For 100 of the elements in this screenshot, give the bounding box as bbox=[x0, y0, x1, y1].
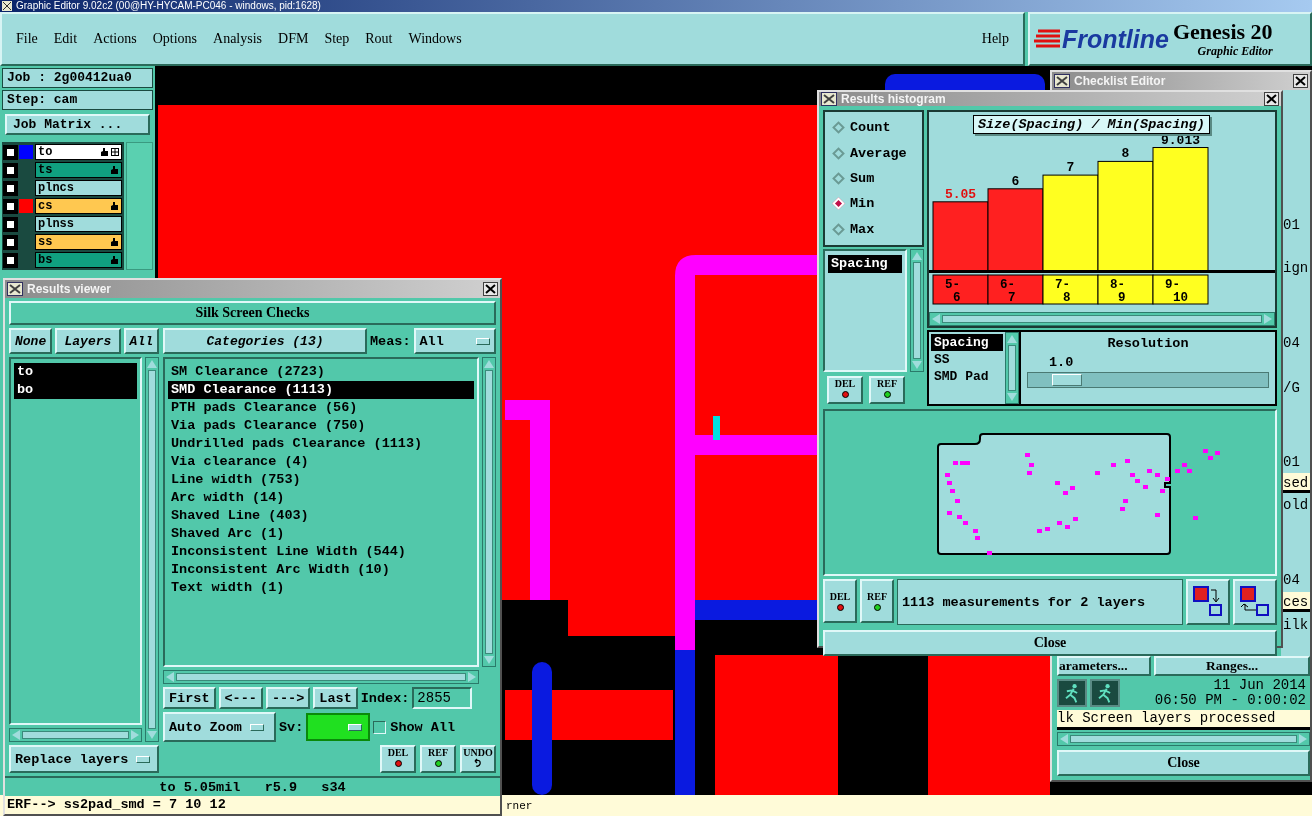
menu-item[interactable]: Actions bbox=[93, 29, 137, 49]
delete-button[interactable]: DEL bbox=[823, 579, 857, 623]
close-button[interactable] bbox=[1264, 92, 1279, 106]
layer-checkbox[interactable] bbox=[4, 253, 17, 267]
delete-button[interactable]: DEL bbox=[827, 376, 863, 404]
category-item[interactable]: SM Clearance (2723) bbox=[168, 363, 474, 381]
layer-name-field[interactable]: cs bbox=[35, 198, 122, 214]
radio-button[interactable] bbox=[832, 222, 845, 236]
layer-list-scrollbar[interactable] bbox=[126, 142, 153, 270]
radio-label[interactable]: Count bbox=[850, 120, 891, 136]
category-item[interactable]: SMD Clearance (1113) bbox=[168, 381, 474, 399]
scrollbar[interactable] bbox=[1057, 732, 1310, 746]
category-item[interactable]: Undrilled pads Clearance (1113) bbox=[168, 435, 474, 453]
scrollbar[interactable] bbox=[145, 357, 159, 742]
menu-item[interactable]: Rout bbox=[365, 29, 393, 49]
menu-item[interactable]: Options bbox=[152, 29, 198, 49]
header-button[interactable]: Silk Screen Checks bbox=[9, 301, 496, 325]
nav-button[interactable]: <--- bbox=[218, 687, 263, 709]
layer-filter-button[interactable]: All bbox=[123, 328, 159, 354]
category-item[interactable]: Arc width (14) bbox=[168, 489, 474, 507]
category-item[interactable]: Inconsistent Line Width (544) bbox=[168, 543, 474, 561]
category-item[interactable]: Line width (753) bbox=[168, 471, 474, 489]
category-item[interactable]: Via clearance (4) bbox=[168, 453, 474, 471]
radio-label[interactable]: Min bbox=[850, 196, 875, 212]
radio-label[interactable]: Sum bbox=[850, 170, 875, 186]
radio-button[interactable] bbox=[832, 172, 845, 185]
radio-label[interactable]: Max bbox=[850, 221, 875, 237]
radio-button[interactable] bbox=[832, 146, 845, 160]
category-item[interactable]: Text width (1) bbox=[168, 579, 474, 597]
transfer-button[interactable] bbox=[1186, 579, 1230, 625]
list-item[interactable]: SMD Pad bbox=[931, 368, 1003, 385]
list-item[interactable]: to bbox=[14, 363, 137, 381]
replace-dropdown[interactable]: Replace layers bbox=[9, 745, 159, 773]
category-item[interactable]: Shaved Arc (1) bbox=[168, 525, 474, 543]
menu-item[interactable]: Analysis bbox=[213, 29, 263, 49]
slider-track[interactable] bbox=[1027, 372, 1269, 388]
scrollbar[interactable] bbox=[1005, 332, 1019, 404]
close-button[interactable]: Close bbox=[1057, 750, 1310, 776]
menu-item[interactable]: File bbox=[16, 29, 38, 49]
bin-label: 9-10 bbox=[1152, 274, 1209, 305]
menu-item[interactable]: Windows bbox=[408, 29, 462, 49]
layer-name-field[interactable]: ts bbox=[35, 162, 122, 178]
bin-label: 6-7 bbox=[987, 274, 1044, 305]
delete-button[interactable]: DEL bbox=[380, 745, 416, 773]
nav-button[interactable]: Last bbox=[313, 687, 358, 709]
job-matrix-button[interactable]: Job Matrix ... bbox=[5, 114, 150, 135]
transfer-button[interactable] bbox=[1233, 579, 1277, 625]
scrollbar[interactable] bbox=[163, 670, 479, 684]
refresh-button[interactable]: REF bbox=[420, 745, 456, 773]
layer-name-field[interactable]: ss bbox=[35, 234, 122, 250]
layer-checkbox[interactable] bbox=[4, 235, 17, 249]
zoom-dropdown[interactable]: Auto Zoom bbox=[163, 712, 276, 742]
refresh-button[interactable]: REF bbox=[869, 376, 905, 404]
editor-button[interactable]: arameters... bbox=[1057, 656, 1151, 676]
list-item[interactable]: bo bbox=[14, 381, 137, 399]
editor-text: 04 bbox=[1282, 334, 1301, 353]
scrollbar[interactable] bbox=[910, 249, 924, 372]
layer-checkbox[interactable] bbox=[4, 163, 17, 177]
menu-item[interactable]: DFM bbox=[278, 29, 309, 49]
slider-thumb[interactable] bbox=[1052, 374, 1082, 386]
nav-button[interactable]: First bbox=[163, 687, 216, 709]
layer-filter-button[interactable]: Layers bbox=[55, 328, 121, 354]
layer-name-field[interactable]: plncs bbox=[35, 180, 122, 196]
dot-icon bbox=[883, 391, 891, 398]
layer-filter-button[interactable]: None bbox=[9, 328, 53, 354]
value-label: 5.05 bbox=[944, 186, 977, 202]
layer-name-field[interactable]: bs bbox=[35, 252, 122, 268]
close-button[interactable]: Close bbox=[823, 630, 1277, 656]
radio-label[interactable]: Average bbox=[850, 145, 907, 161]
meas-dropdown[interactable]: All bbox=[413, 328, 496, 354]
close-button[interactable] bbox=[483, 282, 498, 296]
category-item[interactable]: Shaved Line (403) bbox=[168, 507, 474, 525]
close-button[interactable] bbox=[1293, 74, 1308, 88]
scrollbar[interactable] bbox=[482, 357, 496, 667]
scrollbar[interactable] bbox=[929, 312, 1275, 326]
list-item[interactable]: Spacing bbox=[828, 255, 902, 273]
layer-name-field[interactable]: to bbox=[35, 144, 122, 160]
radio-button[interactable] bbox=[832, 121, 845, 135]
undo-button[interactable]: UNDO bbox=[460, 745, 496, 773]
editor-button[interactable]: Ranges... bbox=[1154, 656, 1310, 676]
layer-checkbox[interactable] bbox=[4, 145, 17, 159]
scrollbar[interactable] bbox=[9, 728, 142, 742]
severity-dropdown[interactable] bbox=[306, 713, 371, 741]
layer-checkbox[interactable] bbox=[4, 181, 17, 195]
index-field[interactable]: 2855 bbox=[412, 687, 473, 709]
menu-item[interactable]: Edit bbox=[53, 29, 78, 49]
list-item[interactable]: SS bbox=[931, 351, 1003, 368]
layer-name-field[interactable]: plnss bbox=[35, 216, 122, 232]
nav-button[interactable]: ---> bbox=[265, 687, 311, 709]
layer-checkbox[interactable] bbox=[4, 199, 17, 213]
menu-item[interactable]: Help bbox=[981, 29, 1009, 49]
categories-button[interactable]: Categories (13) bbox=[163, 328, 367, 354]
list-item[interactable]: Spacing bbox=[931, 334, 1003, 351]
category-item[interactable]: Inconsistent Arc Width (10) bbox=[168, 561, 474, 579]
menu-item[interactable]: Step bbox=[324, 29, 350, 49]
category-item[interactable]: PTH pads Clearance (56) bbox=[168, 399, 474, 417]
refresh-button[interactable]: REF bbox=[860, 579, 894, 623]
category-item[interactable]: Via pads Clearance (750) bbox=[168, 417, 474, 435]
layer-checkbox[interactable] bbox=[4, 217, 17, 231]
show-all-checkbox[interactable]: Show All bbox=[373, 719, 456, 735]
